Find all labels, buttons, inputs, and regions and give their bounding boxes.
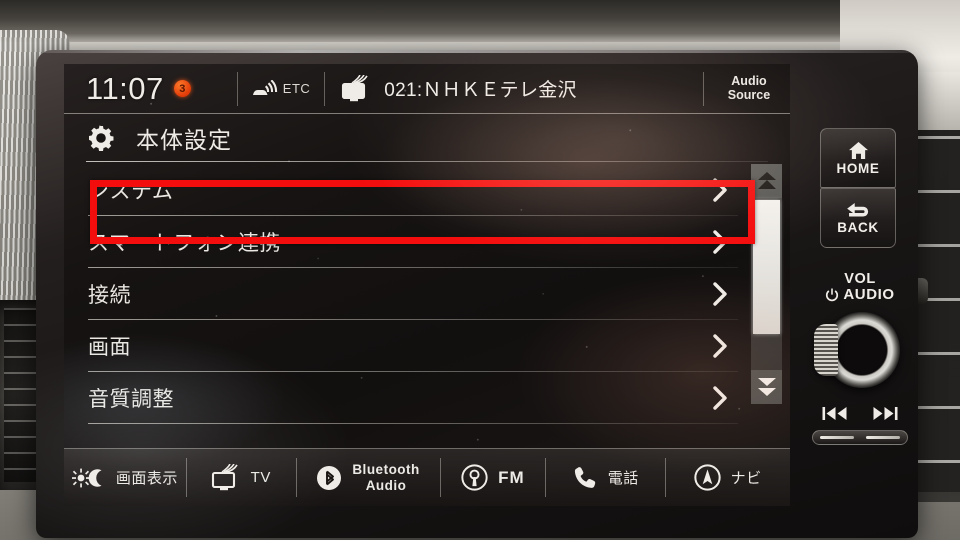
power-icon: [825, 288, 839, 302]
head-unit-body: 11:07 3 ETC 021:ＮＨＫＥテレ金沢 Audio Source 本体…: [36, 50, 918, 538]
volume-label: VOL: [844, 271, 876, 287]
track-skip-controls: [810, 402, 910, 424]
toolbar-item-tv[interactable]: TV: [185, 449, 296, 506]
bottom-toolbar: 画面表示 TV Bluetooth Audio FM 電話 ナビ: [64, 448, 790, 506]
toolbar-item-fm[interactable]: FM: [440, 449, 545, 506]
dashboard-cowl: [0, 0, 960, 42]
previous-track-icon[interactable]: [822, 406, 848, 421]
settings-row-sound[interactable]: 音質調整: [64, 372, 790, 424]
toolbar-label-line1: Bluetooth: [352, 462, 420, 478]
navigation-compass-icon: [693, 464, 721, 491]
etc-car-signal-icon: [252, 79, 278, 98]
toolbar-label-multiline: Bluetooth Audio: [352, 462, 420, 492]
phone-handset-icon: [572, 465, 598, 491]
tv-antenna-icon: [341, 74, 371, 103]
home-button-label: HOME: [836, 160, 880, 176]
back-arrow-icon: [846, 202, 871, 219]
toolbar-item-phone[interactable]: 電話: [545, 449, 665, 506]
toolbar-label: TV: [250, 469, 271, 486]
etc-label: ETC: [282, 81, 311, 96]
back-button[interactable]: BACK: [820, 188, 896, 248]
toolbar-label: ナビ: [730, 470, 762, 487]
toolbar-item-navigation[interactable]: ナビ: [665, 449, 790, 506]
settings-row-label: 音質調整: [88, 388, 174, 411]
scrollbar[interactable]: [751, 164, 782, 404]
chevron-right-icon: [713, 386, 728, 410]
settings-row-label: 接続: [88, 284, 131, 307]
tv-antenna-icon: [211, 463, 241, 492]
settings-row-display[interactable]: 画面: [64, 320, 790, 372]
seek-slider[interactable]: [812, 430, 908, 445]
infotainment-screen[interactable]: 11:07 3 ETC 021:ＮＨＫＥテレ金沢 Audio Source 本体…: [64, 64, 790, 506]
notification-badge-wrap: 3: [173, 64, 191, 113]
volume-knob-caption: VOL AUDIO: [808, 271, 912, 304]
toolbar-label: 画面表示: [115, 470, 178, 487]
back-button-label: BACK: [837, 219, 879, 235]
radio-broadcast-icon: [461, 464, 488, 491]
page-title: 本体設定: [136, 127, 232, 153]
notification-badge: 3: [173, 80, 191, 97]
audio-source-line1: Audio: [731, 74, 767, 88]
gear-icon: [86, 123, 116, 153]
station-info[interactable]: 021:ＮＨＫＥテレ金沢: [325, 64, 703, 113]
station-name: 021:ＮＨＫＥテレ金沢: [384, 80, 577, 101]
settings-row-smartphone-link[interactable]: スマートフォン連携: [64, 216, 790, 268]
toolbar-label-line2: Audio: [365, 477, 407, 493]
bezel-highlight: [36, 50, 918, 53]
home-icon: [848, 141, 869, 160]
toolbar-item-display[interactable]: 画面表示: [64, 449, 186, 506]
row-divider: [88, 423, 738, 424]
header-divider: [86, 161, 768, 162]
settings-header: 本体設定: [64, 114, 790, 162]
bluetooth-icon: [316, 465, 342, 491]
toolbar-label: 電話: [607, 470, 639, 487]
chevron-right-icon: [713, 230, 728, 254]
settings-list: システム スマートフォン連携 接続 画面 音質調整: [64, 164, 790, 424]
photo-scene: 11:07 3 ETC 021:ＮＨＫＥテレ金沢 Audio Source 本体…: [0, 0, 960, 540]
clock: 11:07: [86, 70, 164, 106]
toolbar-label: FM: [498, 467, 525, 487]
chevron-right-icon: [713, 282, 728, 306]
scroll-up-arrow-icon[interactable]: [751, 164, 782, 198]
audio-source-button[interactable]: Audio Source: [704, 64, 790, 113]
settings-row-label: スマートフォン連携: [88, 232, 281, 255]
home-button[interactable]: HOME: [820, 128, 896, 188]
settings-row-label: システム: [88, 180, 174, 203]
etc-indicator: ETC: [238, 64, 325, 113]
scroll-down-arrow-icon[interactable]: [751, 370, 782, 404]
settings-row-system[interactable]: システム: [64, 164, 790, 216]
audio-source-line2: Source: [727, 87, 771, 102]
settings-row-label: 画面: [88, 336, 131, 359]
status-bar: 11:07 3 ETC 021:ＮＨＫＥテレ金沢 Audio Source: [64, 64, 790, 114]
volume-rotary-knob[interactable]: [814, 312, 900, 388]
brightness-sun-moon-icon: [71, 468, 106, 488]
hardware-control-panel: HOME BACK VOL AUDIO: [796, 50, 918, 538]
chevron-right-icon: [713, 334, 728, 358]
toolbar-item-bluetooth-audio[interactable]: Bluetooth Audio: [295, 449, 441, 506]
scrollbar-thumb[interactable]: [753, 200, 780, 334]
chevron-right-icon: [713, 178, 728, 202]
audio-label: AUDIO: [843, 286, 895, 304]
settings-row-connection[interactable]: 接続: [64, 268, 790, 320]
next-track-icon[interactable]: [872, 406, 898, 421]
